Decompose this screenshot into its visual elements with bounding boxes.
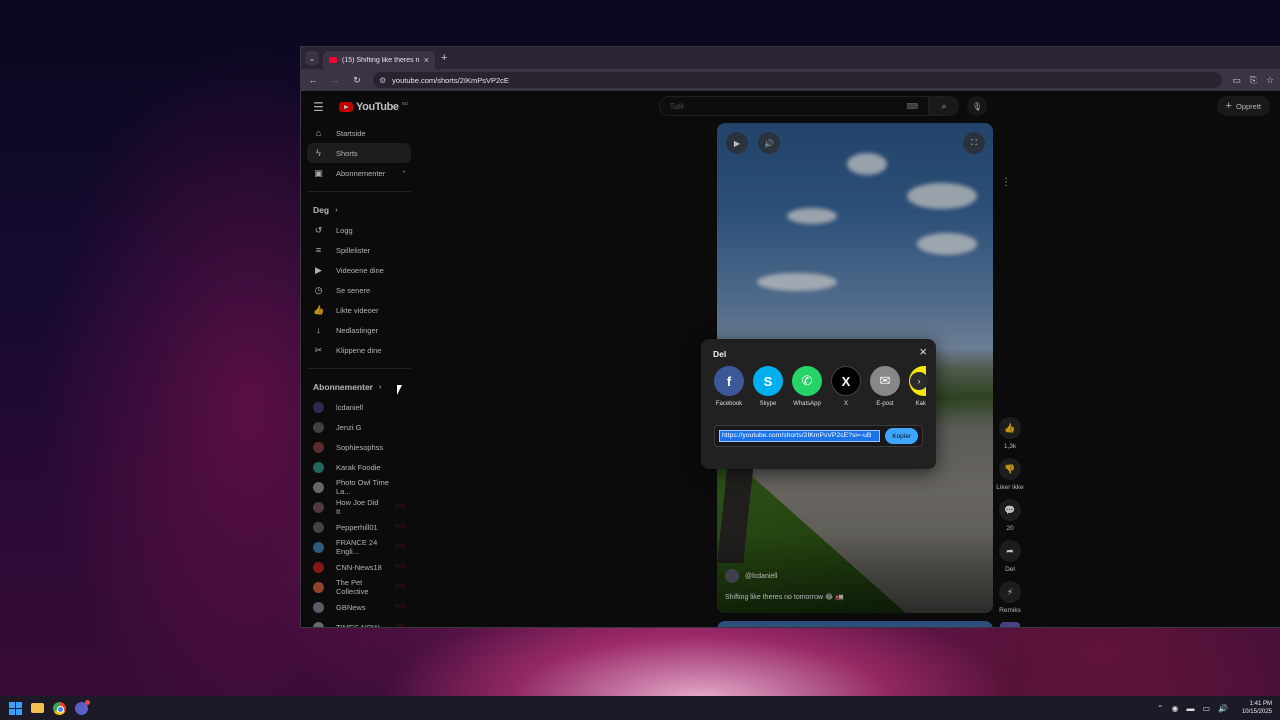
chevron-right-icon[interactable]: › [910, 372, 928, 390]
forward-icon[interactable]: → [329, 75, 341, 85]
translate-icon[interactable]: ⎘ [1250, 75, 1257, 86]
share-option-x[interactable]: XX [831, 366, 861, 407]
browser-toolbar: ← → ↻ ⚙ youtube.com/shorts/2IKmPsVP2cE ▭… [301, 69, 1280, 91]
address-bar[interactable]: ⚙ youtube.com/shorts/2IKmPsVP2cE [373, 72, 1223, 88]
mouse-cursor-icon [397, 385, 402, 395]
clock-time: 1:41 PM [1249, 701, 1272, 707]
whatsapp-icon: ✆ [792, 366, 822, 396]
share-option-label: X [843, 401, 848, 407]
network-icon[interactable]: ▭ [1202, 704, 1210, 713]
bookmark-star-icon[interactable]: ☆ [1266, 75, 1274, 86]
url-text: youtube.com/shorts/2IKmPsVP2cE [392, 75, 509, 85]
share-option-label: Skype [759, 401, 777, 407]
facebook-icon: f [714, 366, 744, 396]
new-tab-icon[interactable]: + [441, 52, 447, 64]
windows-start-icon[interactable] [8, 701, 22, 715]
site-info-icon[interactable]: ⚙ [379, 76, 386, 85]
share-option-skype[interactable]: S Skype [753, 366, 783, 407]
share-option-label: Kakao [915, 401, 926, 407]
share-link-input[interactable]: https://youtube.com/shorts/2IKmPsVP2cE?s… [719, 430, 881, 442]
share-option-label: E-post [876, 401, 894, 407]
share-link-box: https://youtube.com/shorts/2IKmPsVP2cE?s… [714, 425, 923, 447]
back-icon[interactable]: ← [307, 75, 319, 85]
clock[interactable]: 1:41 PM 10/15/2025 [1242, 700, 1272, 716]
system-tray: ⌃ ◉ ▬ ▭ 🔊 1:41 PM 10/15/2025 [1157, 700, 1272, 716]
flag-tray-icon[interactable]: ▬ [1186, 704, 1194, 713]
share-options: f Facebook S Skype ✆ WhatsApp XX ✉ E-post Kakao [714, 366, 926, 407]
x-icon: X [831, 366, 861, 396]
chevron-up-icon[interactable]: ⌃ [1157, 704, 1164, 713]
share-option-e-post[interactable]: ✉ E-post [870, 366, 900, 407]
tab-title: (15) Shifting like theres no tomo [342, 56, 419, 64]
share-dialog-title: Del [713, 349, 727, 359]
tab-strip: ⌄ (15) Shifting like theres no tomo × + [301, 47, 1280, 69]
clock-date: 10/15/2025 [1241, 709, 1272, 715]
file-explorer-icon[interactable] [30, 701, 44, 715]
app-tray-icon[interactable]: ◉ [1171, 704, 1178, 713]
tab-search-icon[interactable]: ⌄ [305, 51, 319, 65]
share-dialog: Del × f Facebook S Skype ✆ WhatsApp X X ✉ E-post K… [701, 339, 936, 469]
cast-icon[interactable]: ▭ [1232, 75, 1241, 86]
share-option-facebook[interactable]: f Facebook [714, 366, 744, 407]
chrome-icon[interactable] [52, 701, 66, 715]
volume-tray-icon[interactable]: 🔊 [1218, 704, 1228, 713]
browser-window: ⌄ (15) Shifting like theres no tomo × + … [300, 46, 1280, 628]
e-post-icon: ✉ [870, 366, 900, 396]
share-option-label: Facebook [715, 401, 743, 407]
youtube-favicon-icon [329, 57, 337, 63]
close-tab-icon[interactable]: × [424, 55, 429, 65]
skype-icon: S [753, 366, 783, 396]
reload-icon[interactable]: ↻ [351, 75, 363, 86]
share-option-whatsapp[interactable]: ✆ WhatsApp [792, 366, 822, 407]
chat-app-icon[interactable] [74, 699, 90, 715]
copy-button[interactable]: Kopier [885, 428, 918, 444]
share-option-label: WhatsApp [793, 401, 821, 407]
close-icon[interactable]: × [919, 344, 927, 359]
taskbar: ⌃ ◉ ▬ ▭ 🔊 1:41 PM 10/15/2025 [0, 696, 1280, 720]
browser-tab[interactable]: (15) Shifting like theres no tomo × [323, 51, 435, 69]
youtube-page: ☰ YouTube NO Søk ⌨ ⌕ 🎙 + Opprett ⌂ Start… [301, 91, 1280, 627]
